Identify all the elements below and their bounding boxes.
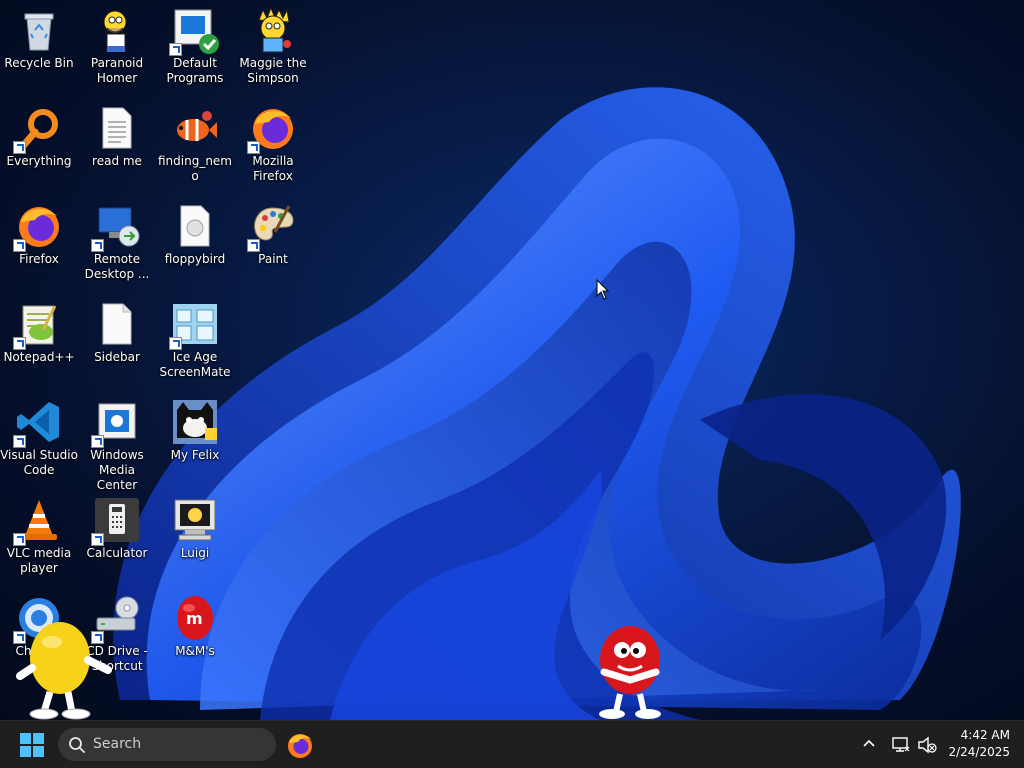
desktop-icon-ice-age[interactable]: Ice Age ScreenMate <box>156 294 234 380</box>
icon-label: Default Programs <box>166 56 224 85</box>
start-button[interactable] <box>14 729 50 761</box>
svg-text:m: m <box>186 609 203 628</box>
clock-date: 2/24/2025 <box>948 745 1010 759</box>
icon-label: floppybird <box>164 252 226 266</box>
taskbar-firefox-icon[interactable] <box>286 731 314 759</box>
taskbar-clock[interactable]: 4:42 AM 2/24/2025 <box>940 727 1010 761</box>
icon-label: Paranoid Homer <box>90 56 144 85</box>
icon-label: Sidebar <box>94 350 140 364</box>
desktop-icon-mozilla-firefox[interactable]: Mozilla Firefox <box>234 98 312 184</box>
network-icon[interactable] <box>890 734 912 756</box>
desktop-icon-floppybird[interactable]: floppybird <box>156 196 234 267</box>
icon-label: My Felix <box>170 448 220 462</box>
felix-cat-icon <box>173 400 217 444</box>
desktop-icon-sidebar[interactable]: Sidebar <box>78 294 156 365</box>
volume-muted-icon[interactable] <box>916 734 938 756</box>
red-mm-mascot <box>599 626 661 719</box>
desktop-icon-read-me[interactable]: read me <box>78 98 156 169</box>
desktop-icon-recycle-bin[interactable]: Recycle Bin <box>0 0 78 71</box>
clock-time: 4:42 AM <box>960 728 1010 742</box>
desktop-icon-maggie[interactable]: Maggie the Simpson <box>234 0 312 86</box>
blank-document-icon <box>102 303 132 345</box>
recycle-bin-icon <box>24 13 54 51</box>
clownfish-icon <box>177 111 217 141</box>
search-placeholder: Search <box>93 736 142 752</box>
icon-label: Recycle Bin <box>4 56 74 70</box>
icon-label: Visual Studio Code <box>0 448 78 477</box>
mouse-cursor-icon <box>596 279 610 300</box>
luigi-computer-icon <box>174 499 216 541</box>
icon-label: Everything <box>6 154 72 168</box>
icon-label: Windows Media Center <box>90 448 144 492</box>
text-document-icon <box>102 107 132 149</box>
desktop-icon-everything[interactable]: Everything <box>0 98 78 169</box>
desktop-icon-luigi[interactable]: Luigi <box>156 490 234 561</box>
icon-label: Maggie the Simpson <box>239 56 307 85</box>
icon-label: Remote Desktop ... <box>84 252 150 281</box>
maggie-simpson-icon <box>258 6 291 53</box>
icon-label: Calculator <box>86 546 148 560</box>
desktop-icon-windows-media-center[interactable]: Windows Media Center <box>78 392 156 493</box>
desktop-icon-visual-studio-code[interactable]: Visual Studio Code <box>0 392 78 478</box>
mms-candy-icon: m <box>177 596 213 640</box>
icon-label: Ice Age ScreenMate <box>159 350 231 379</box>
icon-label: VLC media player <box>6 546 72 575</box>
search-icon <box>69 737 85 753</box>
desktop-icon-remote-desktop[interactable]: Remote Desktop ... <box>78 196 156 282</box>
taskbar: Search 4:42 AM 2/24/2025 <box>0 720 1024 768</box>
icon-label: Paint <box>258 252 288 266</box>
icon-label: Mozilla Firefox <box>252 154 294 183</box>
generic-file-icon <box>180 205 210 247</box>
desktop-icon-finding-nemo[interactable]: finding_nemo <box>156 98 234 184</box>
icon-label: Firefox <box>19 252 59 266</box>
chevron-up-icon[interactable] <box>860 735 878 753</box>
icon-label: Luigi <box>180 546 210 560</box>
desktop-icon-grid: Recycle Bin Everything Firefox Notepad++… <box>0 0 1024 720</box>
taskbar-search-box[interactable]: Search <box>58 728 276 761</box>
desktop-icon-mms[interactable]: m M&M's <box>156 588 234 659</box>
icon-label: finding_nemo <box>157 154 232 183</box>
icon-label: read me <box>92 154 142 168</box>
homer-icon <box>103 10 127 52</box>
desktop-icon-default-programs[interactable]: Default Programs <box>156 0 234 86</box>
icon-label: Notepad++ <box>3 350 75 364</box>
yellow-mm-mascot <box>16 622 112 720</box>
windows-logo-icon <box>20 733 44 757</box>
desktop-icon-vlc[interactable]: VLC media player <box>0 490 78 576</box>
desktop-icon-paranoid-homer[interactable]: Paranoid Homer <box>78 0 156 86</box>
desktop-icon-calculator[interactable]: Calculator <box>78 490 156 561</box>
icon-label: M&M's <box>175 644 215 658</box>
desktop-icon-my-felix[interactable]: My Felix <box>156 392 234 463</box>
desktop-icon-notepad-plus-plus[interactable]: Notepad++ <box>0 294 78 365</box>
desktop-icon-firefox[interactable]: Firefox <box>0 196 78 267</box>
desktop-icon-paint[interactable]: Paint <box>234 196 312 267</box>
